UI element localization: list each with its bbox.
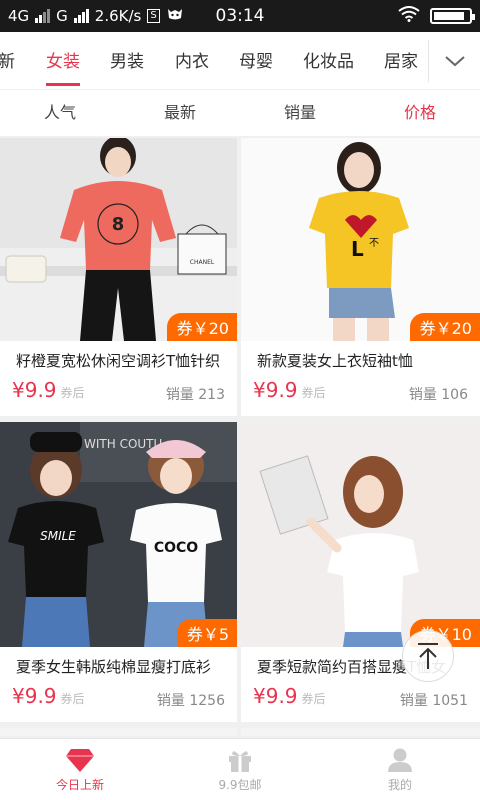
tab-mine[interactable]: 我的: [320, 739, 480, 800]
tab-free-shipping[interactable]: 9.9包邮: [160, 739, 320, 800]
tee-print-smile: SMILE: [40, 529, 76, 543]
category-tabs: 新 女装 男装 内衣 母婴 化妆品 居家: [0, 32, 430, 90]
product-sales: 销量 106: [408, 387, 468, 403]
sort-bar: 人气 最新 销量 价格: [0, 90, 480, 136]
svg-text:不: 不: [369, 238, 379, 249]
bottom-tab-bar: 今日上新 9.9包邮 我的: [0, 738, 480, 800]
tab-label: 9.9包邮: [218, 777, 262, 792]
network-type-2: G: [56, 7, 68, 25]
product-price: ¥9.9 券后: [12, 378, 85, 402]
product-title: 夏季女生韩版纯棉显瘦打底衫: [16, 658, 212, 676]
product-card[interactable]: [241, 728, 480, 736]
product-card[interactable]: CHANEL 8 券￥20 籽橙夏宽松休闲空调衫T恤针织 ¥9.9 券后 销量 2…: [0, 138, 237, 416]
tab-category-womens[interactable]: 女装: [46, 32, 80, 90]
diamond-icon: [66, 748, 94, 772]
product-image: WITH COUTU SMILE COCO 券￥5: [0, 422, 237, 647]
signal-icon: [35, 9, 51, 23]
tab-category-mens[interactable]: 男装: [110, 32, 144, 90]
price-note: 券后: [301, 692, 326, 706]
app-notification-icon: [166, 7, 184, 25]
tee-print-coco: COCO: [154, 540, 198, 556]
product-title: 籽橙夏宽松休闲空调衫T恤针织: [16, 352, 221, 370]
expand-categories-button[interactable]: [428, 40, 480, 82]
tab-today-new[interactable]: 今日上新: [0, 739, 160, 800]
status-bar: 4G G 2.6K/s S 03:14: [0, 0, 480, 32]
tab-category-home[interactable]: 居家: [384, 32, 418, 90]
sort-popularity[interactable]: 人气: [0, 90, 120, 136]
signal-icon-2: [73, 9, 89, 23]
tab-label: 今日上新: [55, 777, 104, 792]
product-title: 新款夏装女上衣短袖t恤: [257, 352, 413, 370]
tab-category-underwear[interactable]: 内衣: [175, 32, 209, 90]
sort-price[interactable]: 价格: [360, 90, 480, 136]
tab-label: 我的: [387, 777, 412, 792]
product-price: ¥9.9 券后: [12, 684, 85, 708]
price-note: 券后: [60, 692, 85, 706]
product-sales: 销量 213: [165, 387, 225, 403]
chevron-down-icon: [444, 56, 465, 67]
tab-category-0[interactable]: 新: [0, 32, 15, 90]
user-icon: [388, 748, 412, 772]
svg-text:L: L: [351, 237, 364, 261]
product-card[interactable]: WITH COUTU SMILE COCO 券￥5 夏季女生韩版纯棉显瘦打底衫 …: [0, 422, 237, 722]
product-image: L 不 券￥20: [241, 138, 480, 341]
price-note: 券后: [60, 386, 85, 400]
sort-newest[interactable]: 最新: [120, 90, 240, 136]
price-note: 券后: [301, 386, 326, 400]
notification-icon: S: [147, 9, 160, 23]
coupon-badge: 券￥20: [409, 313, 480, 341]
tab-category-cosmetics[interactable]: 化妆品: [303, 32, 354, 90]
sort-sales[interactable]: 销量: [240, 90, 360, 136]
bag-brand-text: CHANEL: [190, 259, 215, 266]
product-price: ¥9.9 券后: [253, 684, 326, 708]
svg-text:8: 8: [112, 214, 125, 235]
product-card[interactable]: L 不 券￥20 新款夏装女上衣短袖t恤 ¥9.9 券后 销量 106: [241, 138, 480, 416]
product-sales: 销量 1256: [156, 693, 225, 709]
battery-icon: [430, 8, 475, 24]
network-speed: 2.6K/s: [94, 7, 142, 25]
coupon-badge: 券￥20: [166, 313, 237, 341]
product-price: ¥9.9 券后: [253, 378, 326, 402]
product-sales: 销量 1051: [399, 693, 468, 709]
back-to-top-button[interactable]: [402, 630, 454, 682]
product-image: 券￥10: [241, 422, 480, 647]
product-image: CHANEL 8 券￥20: [0, 138, 237, 341]
tab-category-mother-baby[interactable]: 母婴: [239, 32, 273, 90]
coupon-badge: 券￥5: [176, 619, 237, 647]
product-card[interactable]: 券￥10 夏季短款简约百搭显瘦T恤女 ¥9.9 券后 销量 1051: [241, 422, 480, 722]
network-type: 4G: [8, 7, 30, 25]
arrow-up-icon: [418, 643, 438, 669]
product-card[interactable]: [0, 728, 237, 736]
category-bar: 新 女装 男装 内衣 母婴 化妆品 居家: [0, 32, 480, 90]
gift-icon: [229, 750, 251, 772]
wifi-icon: [398, 6, 420, 26]
